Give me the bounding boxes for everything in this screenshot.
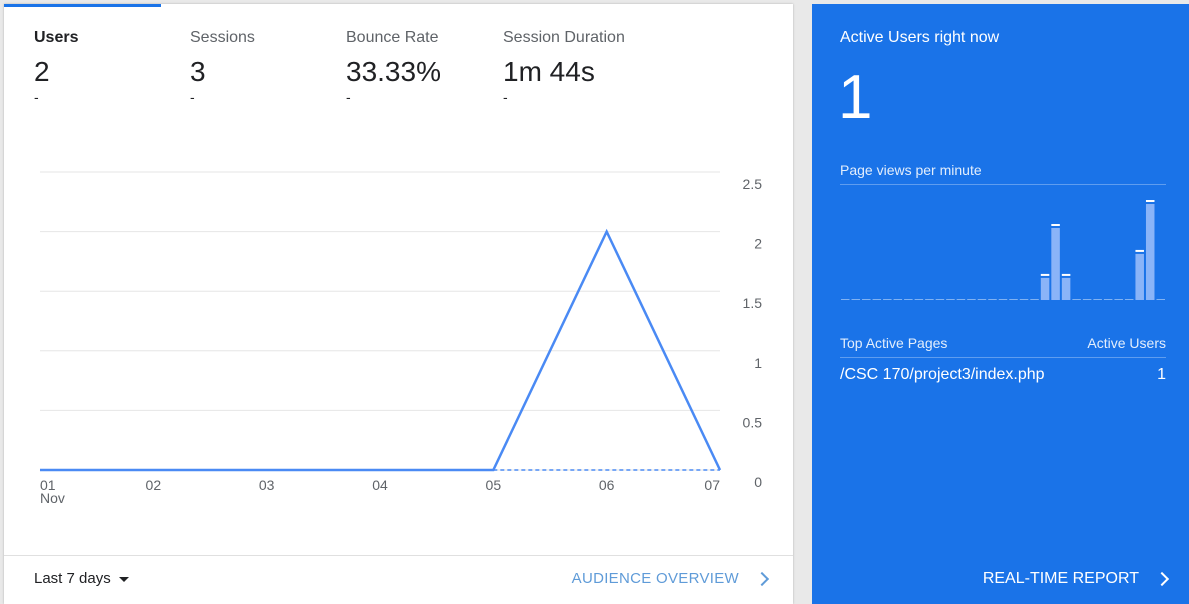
date-range-dropdown[interactable]: Last 7 days bbox=[34, 570, 129, 587]
pageview-bar-cap bbox=[1041, 274, 1050, 276]
pageview-bar-empty bbox=[873, 299, 882, 300]
pageview-bar-empty bbox=[1072, 299, 1081, 300]
realtime-title: Active Users right now bbox=[840, 29, 999, 47]
audience-card: Users 2 - Sessions 3 - Bounce Rate 33.33… bbox=[4, 4, 793, 604]
x-tick-label: 02 bbox=[146, 477, 162, 493]
pageview-bar-empty bbox=[957, 299, 966, 300]
divider bbox=[840, 184, 1166, 185]
pageview-bar-empty bbox=[904, 299, 913, 300]
pageview-bar-empty bbox=[883, 299, 892, 300]
page-path: /CSC 170/project3/index.php bbox=[840, 366, 1045, 383]
pageview-bar-empty bbox=[967, 299, 976, 300]
pageview-bar-empty bbox=[841, 299, 850, 300]
y-tick-label: 1 bbox=[754, 355, 762, 371]
pageview-bar bbox=[1041, 278, 1050, 300]
divider bbox=[840, 357, 1166, 358]
pageview-bar-cap bbox=[1062, 274, 1071, 276]
x-tick-label: 04 bbox=[372, 477, 388, 493]
pageviews-per-minute-label: Page views per minute bbox=[840, 162, 982, 178]
audience-overview-label: AUDIENCE OVERVIEW bbox=[572, 570, 739, 587]
active-users-count: 1 bbox=[838, 62, 872, 134]
caret-down-icon bbox=[119, 577, 129, 582]
y-tick-label: 0 bbox=[754, 474, 762, 490]
pageview-bar-empty bbox=[1104, 299, 1113, 300]
pageview-bar-empty bbox=[915, 299, 924, 300]
x-month-label: Nov bbox=[40, 490, 65, 506]
x-tick-label: 05 bbox=[486, 477, 502, 493]
pageview-bar-empty bbox=[1125, 299, 1134, 300]
pageview-bar-empty bbox=[1030, 299, 1039, 300]
pageview-bar bbox=[1135, 254, 1144, 300]
users-line-chart: 00.511.522.501020304050607Nov bbox=[4, 4, 793, 524]
chevron-right-icon bbox=[1155, 572, 1169, 586]
x-tick-label: 07 bbox=[704, 477, 720, 493]
realtime-report-label: REAL-TIME REPORT bbox=[983, 570, 1139, 588]
footer-divider bbox=[4, 555, 793, 556]
pageview-bar-cap bbox=[1135, 250, 1144, 252]
pageview-bar-cap bbox=[1051, 224, 1060, 226]
x-tick-label: 06 bbox=[599, 477, 615, 493]
pageview-bar-empty bbox=[999, 299, 1008, 300]
pageviews-bar-chart bbox=[840, 194, 1166, 302]
pageview-bar-empty bbox=[1093, 299, 1102, 300]
active-users-header-label: Active Users bbox=[1087, 335, 1166, 351]
y-tick-label: 2.5 bbox=[743, 176, 763, 192]
top-pages-header-label: Top Active Pages bbox=[840, 335, 947, 351]
realtime-card: Active Users right now 1 Page views per … bbox=[812, 4, 1189, 604]
pageview-bar-empty bbox=[936, 299, 945, 300]
pageview-bar-empty bbox=[946, 299, 955, 300]
realtime-report-link[interactable]: REAL-TIME REPORT bbox=[983, 570, 1167, 588]
top-pages-header: Top Active Pages Active Users bbox=[840, 335, 1166, 351]
pageview-bar-cap bbox=[1146, 200, 1155, 202]
pageview-bar-empty bbox=[894, 299, 903, 300]
pageview-bar bbox=[1146, 204, 1155, 300]
pageview-bar-empty bbox=[852, 299, 861, 300]
pageview-bar-empty bbox=[1156, 299, 1165, 300]
pageview-bar-empty bbox=[1009, 299, 1018, 300]
pageview-bar-empty bbox=[1020, 299, 1029, 300]
pageview-bar-empty bbox=[978, 299, 987, 300]
pageview-bar-empty bbox=[925, 299, 934, 300]
pageview-bar-empty bbox=[862, 299, 871, 300]
pageview-bar bbox=[1051, 228, 1060, 300]
y-tick-label: 2 bbox=[754, 236, 762, 252]
pageview-bar bbox=[1062, 278, 1071, 300]
y-tick-label: 1.5 bbox=[743, 295, 763, 311]
date-range-label: Last 7 days bbox=[34, 570, 111, 587]
pageview-bar-empty bbox=[988, 299, 997, 300]
pageview-bar-empty bbox=[1083, 299, 1092, 300]
y-tick-label: 0.5 bbox=[743, 414, 763, 430]
page-active-users: 1 bbox=[1157, 366, 1166, 384]
audience-overview-link[interactable]: AUDIENCE OVERVIEW bbox=[572, 570, 767, 587]
top-page-row[interactable]: /CSC 170/project3/index.php 1 bbox=[840, 366, 1166, 384]
chevron-right-icon bbox=[755, 571, 769, 585]
x-tick-label: 03 bbox=[259, 477, 275, 493]
pageview-bar-empty bbox=[1114, 299, 1123, 300]
